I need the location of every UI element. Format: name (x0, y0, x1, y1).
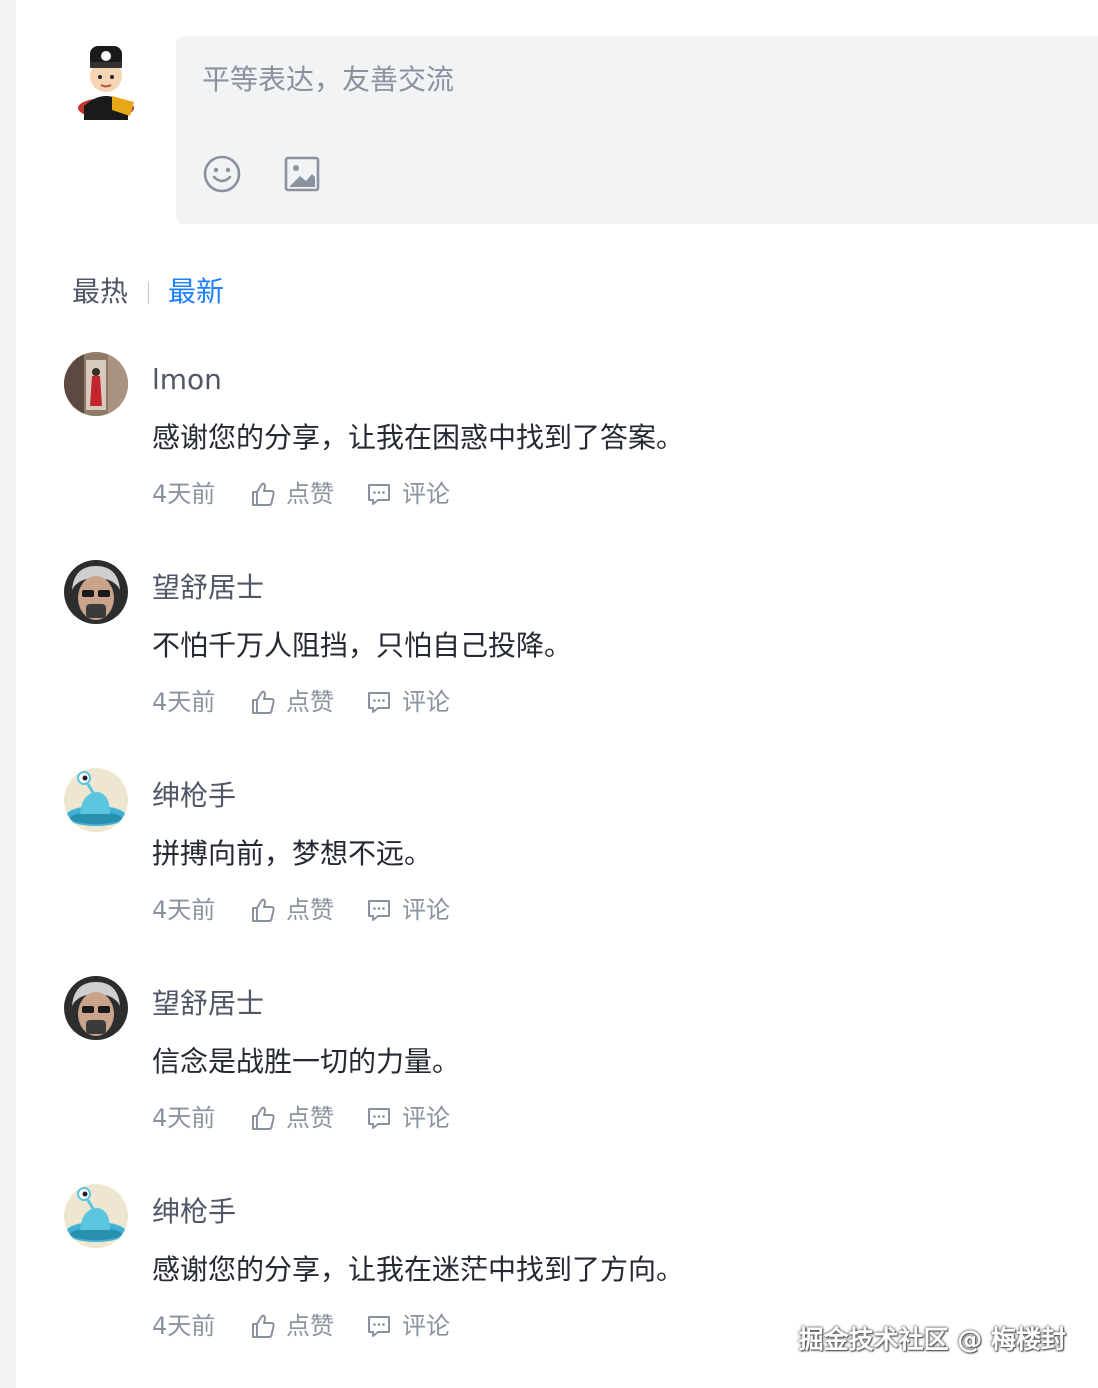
like-button[interactable]: 点赞 (250, 892, 334, 928)
username[interactable]: 绅枪手 (152, 776, 236, 816)
comment-time: 4天前 (152, 896, 216, 924)
comment-bubble-icon (368, 900, 390, 921)
like-button[interactable]: 点赞 (250, 684, 334, 720)
avatar[interactable] (64, 1184, 128, 1248)
like-label: 点赞 (286, 1104, 334, 1132)
comment-item: 望舒居士 信念是战胜一切的力量。 4天前 点赞 评论 (0, 976, 1098, 1184)
comment-bubble-icon (368, 692, 390, 713)
reply-button[interactable]: 评论 (366, 1100, 450, 1136)
avatar[interactable] (64, 560, 128, 624)
reply-label: 评论 (402, 688, 450, 716)
avatar[interactable] (64, 768, 128, 832)
sort-tab-new[interactable]: 最新 (168, 274, 224, 310)
comment-bubble-icon (368, 1108, 390, 1129)
username[interactable]: lmon (152, 360, 222, 400)
reply-label: 评论 (402, 1104, 450, 1132)
emoji-icon[interactable] (202, 154, 242, 194)
avatar[interactable] (64, 976, 128, 1040)
watermark: 掘金技术社区 @ 梅楼封 (798, 1325, 1066, 1354)
thumb-up-icon (252, 1314, 275, 1338)
comment-item: 望舒居士 不怕千万人阻挡，只怕自己投降。 4天前 点赞 评论 (0, 560, 1098, 768)
like-label: 点赞 (286, 688, 334, 716)
like-label: 点赞 (286, 1312, 334, 1340)
username[interactable]: 望舒居士 (152, 984, 264, 1024)
comment-text: 感谢您的分享，让我在迷茫中找到了方向。 (152, 1253, 685, 1286)
reply-button[interactable]: 评论 (366, 476, 450, 512)
thumb-up-icon (252, 1106, 275, 1130)
image-icon[interactable] (282, 154, 322, 194)
like-button[interactable]: 点赞 (250, 1100, 334, 1136)
like-label: 点赞 (286, 480, 334, 508)
sort-divider (148, 282, 149, 304)
like-label: 点赞 (286, 896, 334, 924)
username[interactable]: 望舒居士 (152, 568, 264, 608)
comment-time: 4天前 (152, 480, 216, 508)
reply-button[interactable]: 评论 (366, 684, 450, 720)
reply-label: 评论 (402, 1312, 450, 1340)
comment-text: 信念是战胜一切的力量。 (152, 1045, 461, 1078)
comment-item: 绅枪手 拼搏向前，梦想不远。 4天前 点赞 评论 (0, 768, 1098, 976)
like-button[interactable]: 点赞 (250, 476, 334, 512)
comment-text: 不怕千万人阻挡，只怕自己投降。 (152, 629, 573, 662)
thumb-up-icon (252, 690, 275, 714)
username[interactable]: 绅枪手 (152, 1192, 236, 1232)
comment-time: 4天前 (152, 688, 216, 716)
comment-time: 4天前 (152, 1104, 216, 1132)
current-user-avatar (72, 36, 140, 120)
avatar[interactable] (64, 352, 128, 416)
comment-bubble-icon (368, 484, 390, 505)
reply-button[interactable]: 评论 (366, 1308, 450, 1344)
comment-text: 拼搏向前，梦想不远。 (152, 837, 433, 870)
reply-label: 评论 (402, 896, 450, 924)
comment-item: lmon 感谢您的分享，让我在困惑中找到了答案。 4天前 点赞 评论 (0, 352, 1098, 560)
comment-section: 最热 最新 lmon 感谢您的分享，让我在困惑中找到了答案。 4天前 点 (0, 0, 1098, 1388)
reply-label: 评论 (402, 480, 450, 508)
reply-button[interactable]: 评论 (366, 892, 450, 928)
like-button[interactable]: 点赞 (250, 1308, 334, 1344)
comment-time: 4天前 (152, 1312, 216, 1340)
comment-text: 感谢您的分享，让我在困惑中找到了答案。 (152, 421, 685, 454)
thumb-up-icon (252, 482, 275, 506)
comment-composer (176, 36, 1098, 224)
comment-input[interactable] (202, 58, 1062, 118)
sort-tab-hot[interactable]: 最热 (72, 274, 128, 310)
comment-bubble-icon (368, 1316, 390, 1337)
thumb-up-icon (252, 898, 275, 922)
